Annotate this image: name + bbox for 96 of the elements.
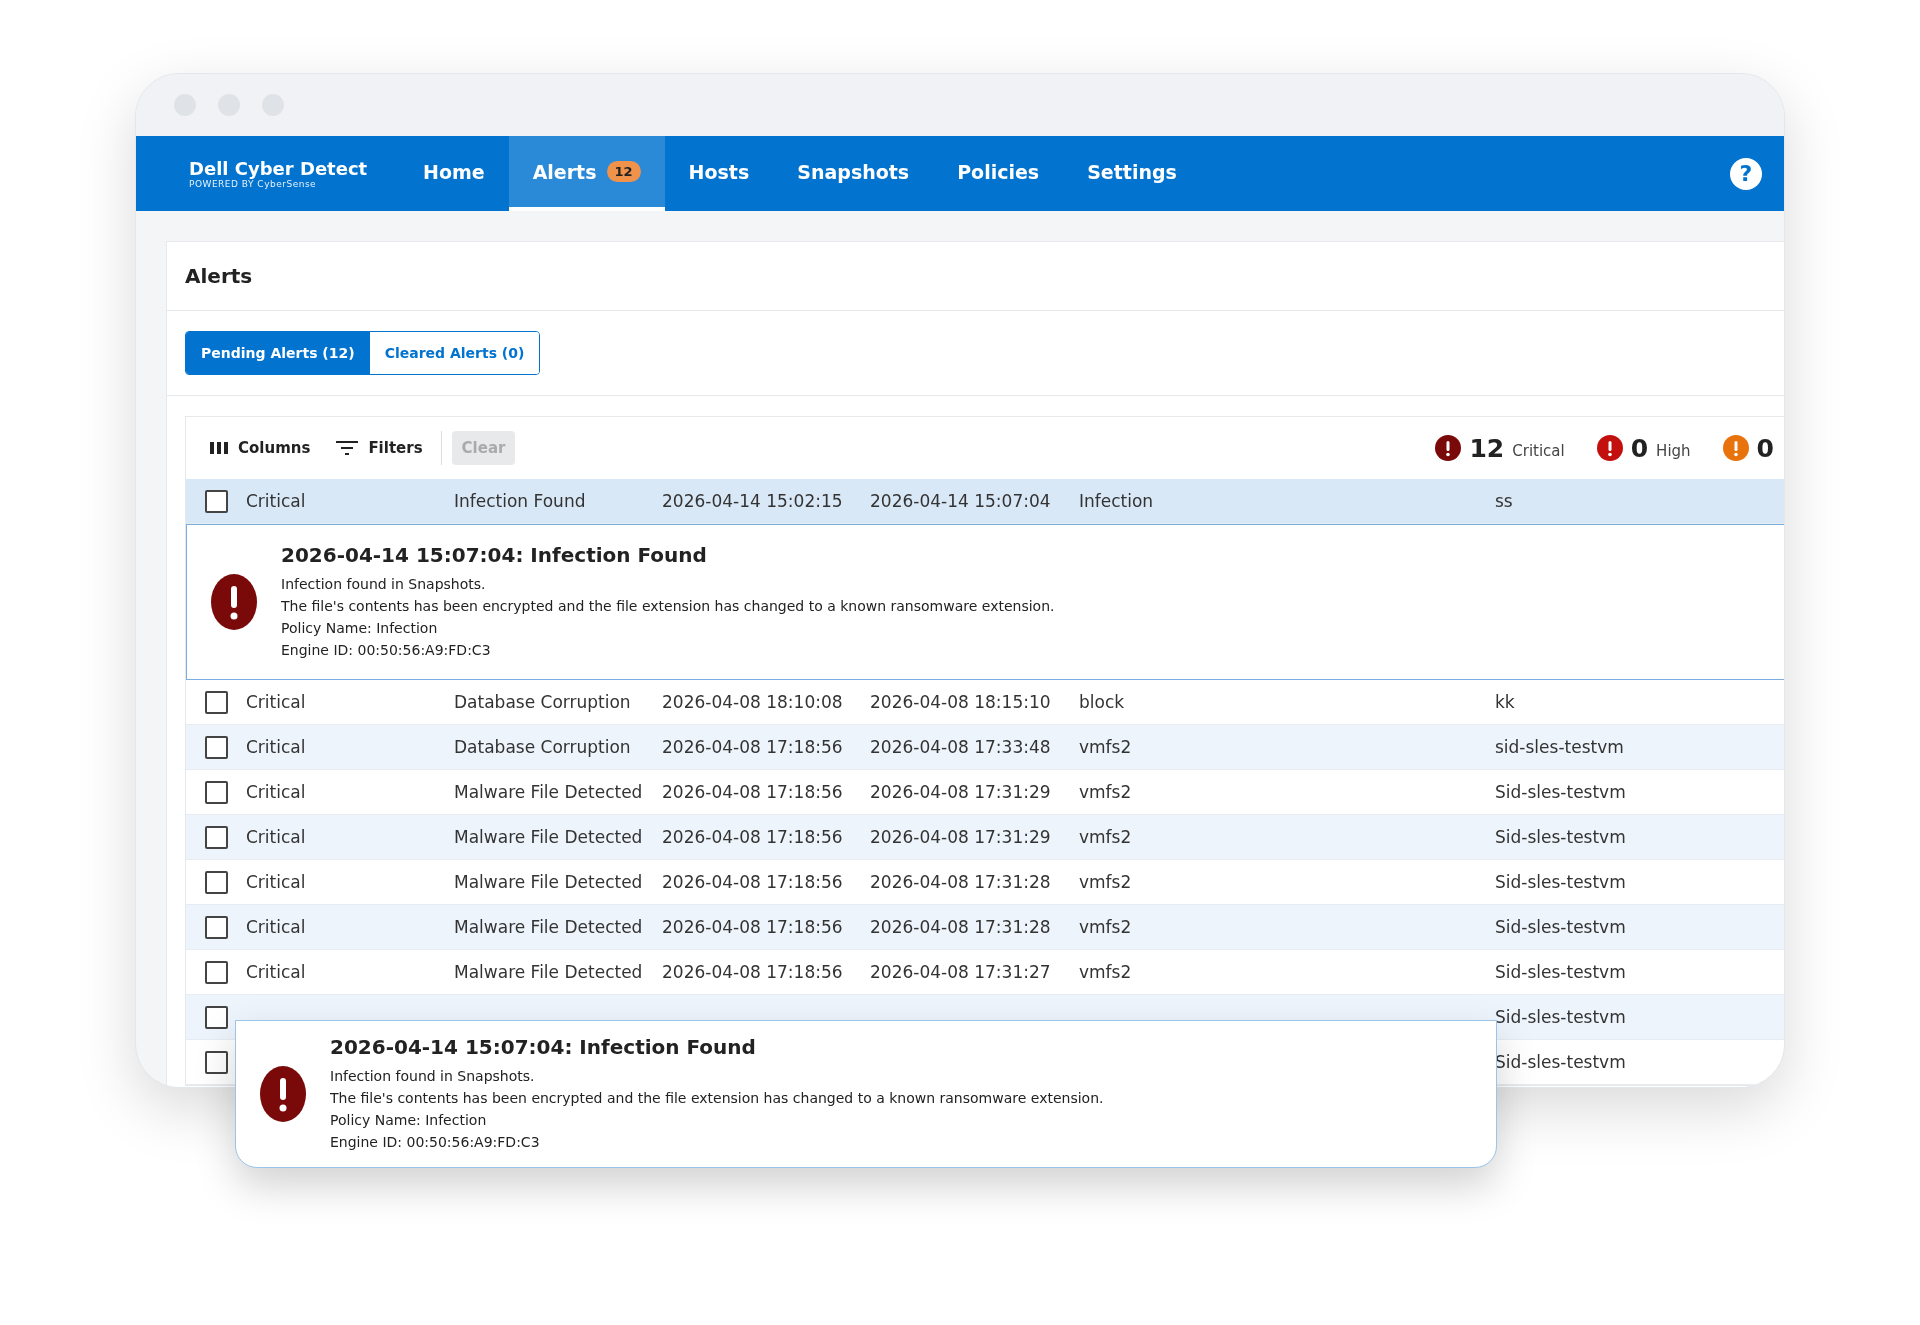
- policy-cell: vmfs2: [1079, 827, 1132, 847]
- nav-tab[interactable]: Settings: [1063, 136, 1201, 211]
- columns-button[interactable]: Columns: [202, 435, 319, 461]
- host-cell: Sid-sles-testvm: [1495, 827, 1626, 847]
- row-checkbox[interactable]: [204, 1050, 228, 1074]
- brand-name: Dell Cyber Detect: [189, 158, 369, 179]
- host-cell: Sid-sles-testvm: [1495, 1007, 1626, 1027]
- alert-type-cell: Database Corruption: [454, 692, 631, 712]
- row-checkbox[interactable]: [204, 489, 228, 513]
- alert-icon: [211, 574, 257, 630]
- help-button[interactable]: ?: [1730, 157, 1762, 190]
- table-row[interactable]: Critical Infection Found 2026-04-14 15:02:15 2026-04-14 15:07:04 Infection ss: [186, 479, 1784, 524]
- policy-cell: vmfs2: [1079, 872, 1132, 892]
- start-time-cell: 2026-04-08 17:18:56: [662, 962, 843, 982]
- columns-icon: [210, 441, 228, 455]
- host-cell: Sid-sles-testvm: [1495, 962, 1626, 982]
- severity-cell: Critical: [246, 737, 306, 757]
- start-time-cell: 2026-04-08 17:18:56: [662, 872, 843, 892]
- start-time-cell: 2026-04-14 15:02:15: [662, 491, 843, 511]
- severity-cell: Critical: [246, 491, 306, 511]
- nav-tab[interactable]: Snapshots: [773, 136, 934, 211]
- severity-cell: Critical: [246, 782, 306, 802]
- alert-detail-text: Engine ID: 00:50:56:A9:FD:C3: [330, 1133, 541, 1152]
- host-cell: Sid-sles-testvm: [1495, 1052, 1626, 1072]
- detected-time-cell: 2026-04-08 17:31:28: [870, 917, 1051, 937]
- severity-label: High: [1656, 442, 1691, 460]
- alert-detail-text: Infection found in Snapshots.: [281, 575, 487, 594]
- row-checkbox[interactable]: [204, 1005, 228, 1029]
- start-time-cell: 2026-04-08 17:18:56: [662, 827, 843, 847]
- severity-cell: Critical: [246, 917, 306, 937]
- detected-time-cell: 2026-04-08 17:31:27: [870, 962, 1051, 982]
- alert-type-cell: Malware File Detected: [454, 872, 643, 892]
- alert-detail-text: The file's contents has been encrypted and the file extension has changed to a known ransomware extension.: [330, 1089, 1104, 1108]
- host-cell: kk: [1495, 692, 1515, 712]
- alert-title: 2026-04-14 15:07:04: Infection Found: [281, 543, 708, 567]
- nav-tab[interactable]: Home: [399, 136, 509, 211]
- detected-time-cell: 2026-04-08 18:15:10: [870, 692, 1051, 712]
- alert-detail-text: Infection found in Snapshots.: [330, 1067, 536, 1086]
- policy-cell: block: [1079, 692, 1125, 712]
- alert-type-cell: Malware File Detected: [454, 917, 643, 937]
- alert-type-cell: Malware File Detected: [454, 962, 643, 982]
- row-checkbox[interactable]: [204, 870, 228, 894]
- row-checkbox[interactable]: [204, 735, 228, 759]
- policy-cell: vmfs2: [1079, 917, 1132, 937]
- nav-tab[interactable]: Hosts: [664, 136, 774, 211]
- host-cell: ss: [1495, 491, 1513, 511]
- host-cell: Sid-sles-testvm: [1495, 782, 1626, 802]
- severity-count: 0: [1630, 433, 1649, 463]
- alert-type-cell: Database Corruption: [454, 737, 631, 757]
- host-cell: Sid-sles-testvm: [1495, 917, 1626, 937]
- policy-cell: vmfs2: [1079, 782, 1132, 802]
- detected-time-cell: 2026-04-14 15:07:04: [870, 491, 1051, 511]
- alert-detail-text: Policy Name: Infection: [330, 1111, 488, 1130]
- alert-detail-text: Policy Name: Infection: [281, 619, 439, 638]
- detected-time-cell: 2026-04-08 17:33:48: [870, 737, 1051, 757]
- host-cell: sid-sles-testvm: [1495, 737, 1624, 757]
- nav-tab[interactable]: Alerts 12: [508, 136, 665, 211]
- alert-type-cell: Malware File Detected: [454, 782, 643, 802]
- table-row[interactable]: Critical Database Corruption 2026-04-08 17:18:56 2026-04-08 17:33:48 vmfs2 sid-sles-testvm: [186, 725, 1784, 770]
- table-row[interactable]: Critical Malware File Detected 2026-04-08 17:18:56 2026-04-08 17:31:28 vmfs2 Sid-sles-testvm: [186, 905, 1784, 950]
- severity-count: 0: [1756, 433, 1774, 463]
- severity-cell: Critical: [246, 872, 306, 892]
- start-time-cell: 2026-04-08 17:18:56: [662, 917, 843, 937]
- severity-count: 12: [1469, 433, 1505, 463]
- row-checkbox[interactable]: [204, 690, 228, 714]
- table-row[interactable]: Critical Malware File Detected 2026-04-08 17:18:56 2026-04-08 17:31:29 vmfs2 Sid-sles-testvm: [186, 815, 1784, 860]
- start-time-cell: 2026-04-08 18:10:08: [662, 692, 843, 712]
- severity-label: Critical: [1512, 442, 1565, 460]
- detected-time-cell: 2026-04-08 17:31:29: [870, 782, 1051, 802]
- page-title: Alerts: [167, 242, 1784, 311]
- filter-icon: [336, 440, 359, 456]
- start-time-cell: 2026-04-08 17:18:56: [662, 782, 843, 802]
- alert-icon: [260, 1066, 306, 1122]
- alert-type-cell: Infection Found: [454, 491, 586, 511]
- policy-cell: vmfs2: [1079, 962, 1132, 982]
- alerts-tab[interactable]: Pending Alerts (12): [186, 332, 370, 374]
- detected-time-cell: 2026-04-08 17:31:29: [870, 827, 1051, 847]
- row-checkbox[interactable]: [204, 780, 228, 804]
- policy-cell: vmfs2: [1079, 737, 1132, 757]
- alert-type-cell: Malware File Detected: [454, 827, 643, 847]
- severity-cell: Critical: [246, 962, 306, 982]
- host-cell: Sid-sles-testvm: [1495, 872, 1626, 892]
- alert-detail-text: The file's contents has been encrypted and the file extension has changed to a known ransomware extension.: [281, 597, 1055, 616]
- alert-detail-text: Engine ID: 00:50:56:A9:FD:C3: [281, 641, 492, 660]
- detected-time-cell: 2026-04-08 17:31:28: [870, 872, 1051, 892]
- start-time-cell: 2026-04-08 17:18:56: [662, 737, 843, 757]
- severity-cell: Critical: [246, 827, 306, 847]
- filters-button[interactable]: Filters: [328, 435, 431, 461]
- count-badge: 12: [606, 161, 641, 182]
- severity-cell: Critical: [246, 692, 306, 712]
- row-checkbox[interactable]: [204, 960, 228, 984]
- nav-tab[interactable]: Policies: [933, 136, 1064, 211]
- policy-cell: Infection: [1079, 491, 1154, 511]
- row-checkbox[interactable]: [204, 915, 228, 939]
- brand-tagline: POWERED BY CyberSense: [189, 179, 318, 189]
- row-checkbox[interactable]: [204, 825, 228, 849]
